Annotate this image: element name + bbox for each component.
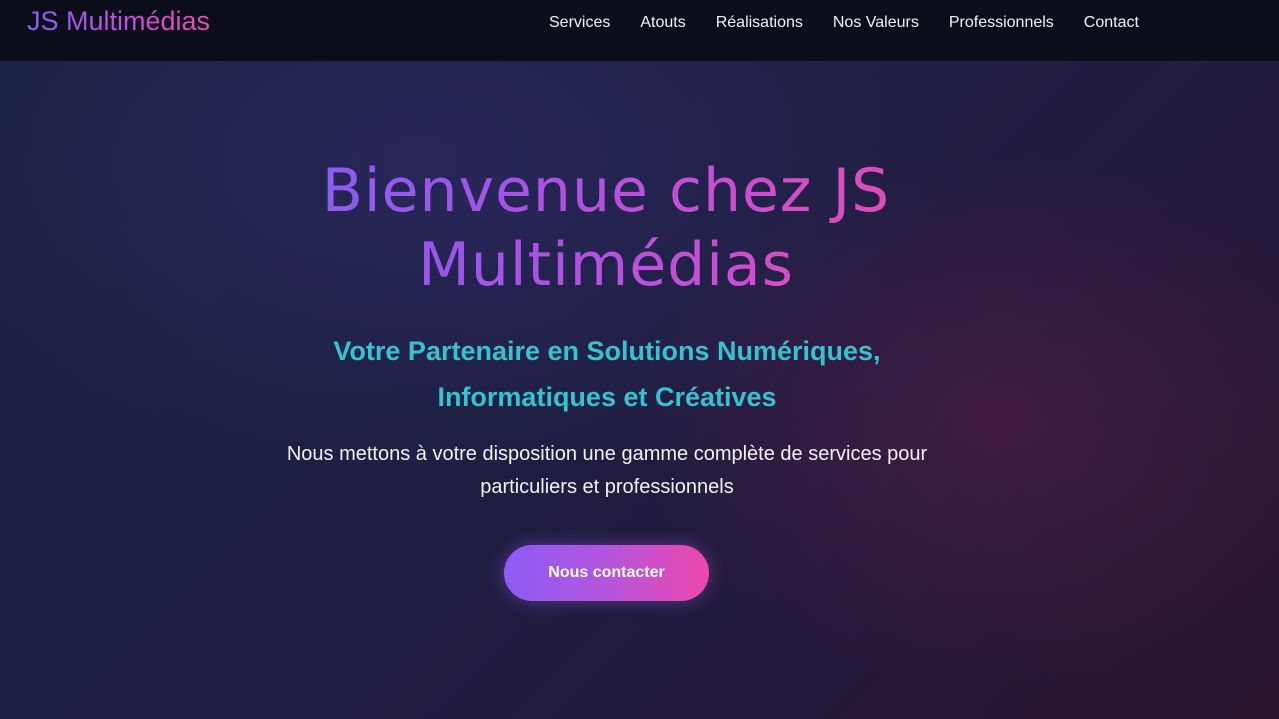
- nav-link-contact[interactable]: Contact: [1084, 13, 1139, 33]
- hero-description-line2: particuliers et professionnels: [480, 476, 734, 498]
- hero-subtitle-line2: Informatiques et Créatives: [437, 382, 777, 412]
- brand-logo[interactable]: JS Multimédias: [27, 6, 210, 37]
- hero-subtitle-line1: Votre Partenaire en Solutions Numériques…: [333, 336, 881, 366]
- navbar: JS Multimédias Services Atouts Réalisati…: [0, 0, 1279, 62]
- page: JS Multimédias Services Atouts Réalisati…: [0, 0, 1279, 719]
- contact-button[interactable]: Nous contacter: [504, 545, 709, 601]
- nav-link-nos-valeurs[interactable]: Nos Valeurs: [833, 13, 919, 33]
- hero-title-line2: Multimédias: [418, 230, 794, 300]
- nav-link-professionnels[interactable]: Professionnels: [949, 13, 1054, 33]
- nav-link-atouts[interactable]: Atouts: [640, 13, 685, 33]
- hero-subtitle: Votre Partenaire en Solutions Numériques…: [240, 328, 974, 420]
- nav-link-realisations[interactable]: Réalisations: [716, 13, 803, 33]
- nav-link-services[interactable]: Services: [549, 13, 610, 33]
- hero-description: Nous mettons à votre disposition une gam…: [220, 438, 994, 504]
- hero-title-line1: Bienvenue chez JS: [321, 156, 891, 226]
- hero-title: Bienvenue chez JS Multimédias: [200, 154, 1012, 302]
- hero-section: Bienvenue chez JS Multimédias Votre Part…: [0, 62, 1279, 719]
- nav-links: Services Atouts Réalisations Nos Valeurs…: [549, 13, 1139, 33]
- hero-description-line1: Nous mettons à votre disposition une gam…: [286, 443, 928, 465]
